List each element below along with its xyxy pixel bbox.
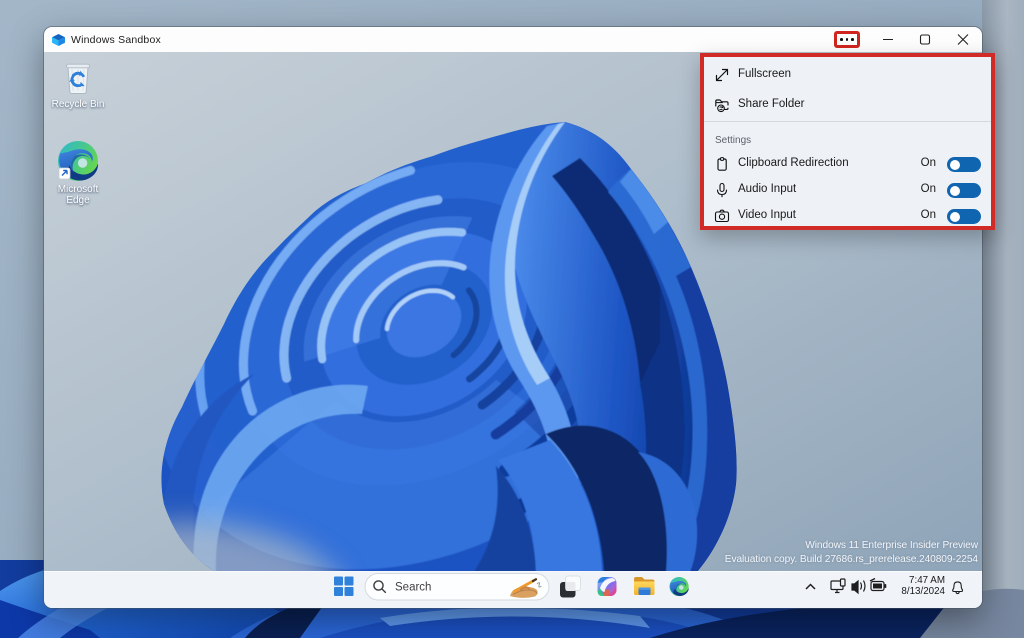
svg-text:Search: Search [395,582,431,594]
